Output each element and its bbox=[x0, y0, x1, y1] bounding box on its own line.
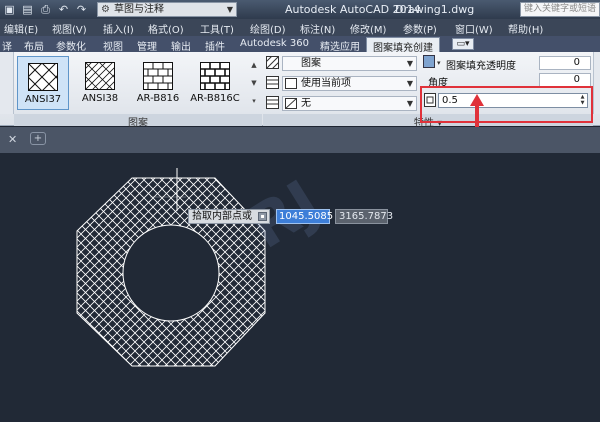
tab-hatch-creation[interactable]: 图案填充创建 bbox=[366, 37, 440, 54]
hatch-color-value: 使用当前项 bbox=[301, 78, 351, 89]
search-input[interactable]: 键入关键字或短语 bbox=[520, 2, 600, 17]
app-menu-icon[interactable]: ▣ bbox=[2, 2, 17, 17]
color-swatch-icon bbox=[285, 78, 297, 89]
new-tab-icon[interactable]: + bbox=[30, 132, 46, 145]
redo-icon[interactable]: ↷ bbox=[74, 2, 89, 17]
spinner-icon[interactable]: ▲ ▼ bbox=[579, 94, 586, 107]
transparency-type-select[interactable]: ▾ bbox=[423, 55, 443, 68]
tab-partial[interactable]: 译 bbox=[2, 38, 12, 53]
crosshatch-pattern-icon bbox=[28, 63, 58, 91]
brick-pattern-icon bbox=[143, 62, 173, 90]
ribbon-right-stub bbox=[593, 52, 600, 114]
ribbon-tabs: 译 布局 参数化 视图 管理 输出 插件 Autodesk 360 精选应用 图… bbox=[0, 36, 600, 54]
pattern-ansi38[interactable]: ANSI38 bbox=[74, 56, 126, 110]
background-color-select[interactable]: 无 ▼ bbox=[282, 96, 417, 111]
tab-layout[interactable]: 布局 bbox=[24, 38, 44, 53]
none-swatch-icon bbox=[284, 97, 298, 110]
hatch-type-value: 图案 bbox=[301, 58, 321, 69]
workspace-select[interactable]: ⚙ 草图与注释 ▼ bbox=[97, 2, 237, 17]
pattern-gallery-scroll[interactable]: ▲ ▼ ▾ bbox=[249, 56, 259, 110]
chevron-down-icon: ▼ bbox=[406, 99, 413, 108]
scroll-down-icon[interactable]: ▼ bbox=[249, 74, 259, 92]
coordinate-x-input[interactable]: 1045.5085 bbox=[276, 209, 333, 224]
pattern-label: ANSI37 bbox=[24, 94, 62, 105]
group-label-pattern: 图案 bbox=[14, 114, 262, 129]
ribbon-left-stub bbox=[0, 52, 14, 114]
brick-pattern-icon bbox=[200, 62, 230, 90]
pattern-label: AR-B816 bbox=[136, 93, 180, 104]
menu-insert[interactable]: 插入(I) bbox=[103, 21, 134, 36]
plot-icon[interactable]: ⎙ bbox=[38, 2, 53, 17]
menu-parameter[interactable]: 参数(P) bbox=[403, 21, 437, 36]
options-icon[interactable]: ▪ bbox=[258, 212, 267, 221]
tab-autodesk-360[interactable]: Autodesk 360 bbox=[240, 38, 309, 49]
hatch-color-select[interactable]: 使用当前项 ▼ bbox=[282, 76, 417, 91]
autocad-window: ▣ ▤ ⎙ ↶ ↷ ⚙ 草图与注释 ▼ Autodesk AutoCAD 201… bbox=[0, 0, 600, 422]
tab-view[interactable]: 视图 bbox=[103, 38, 123, 53]
pattern-label: AR-B816C bbox=[190, 93, 240, 104]
chevron-down-icon: ▼ bbox=[406, 79, 413, 88]
tab-parametric[interactable]: 参数化 bbox=[56, 38, 86, 53]
tab-output[interactable]: 输出 bbox=[171, 38, 191, 53]
pattern-ar-b816c[interactable]: AR-B816C bbox=[189, 56, 241, 110]
menu-help[interactable]: 帮助(H) bbox=[508, 21, 543, 36]
menu-draw[interactable]: 绘图(D) bbox=[250, 21, 286, 36]
dense-crosshatch-pattern-icon bbox=[85, 62, 115, 90]
transparency-label: 图案填充透明度 bbox=[446, 61, 516, 72]
scale-highlight-box: 0.5 ▲ ▼ bbox=[420, 86, 593, 123]
ribbon-toggle-icon[interactable]: ▭▾ bbox=[452, 38, 474, 50]
tab-plugins[interactable]: 插件 bbox=[205, 38, 225, 53]
menu-window[interactable]: 窗口(W) bbox=[455, 21, 493, 36]
menu-edit[interactable]: 编辑(E) bbox=[4, 21, 38, 36]
hatch-color-icon bbox=[266, 76, 279, 89]
menu-tools[interactable]: 工具(T) bbox=[200, 21, 234, 36]
undo-icon[interactable]: ↶ bbox=[56, 2, 71, 17]
gear-icon: ⚙ bbox=[101, 4, 110, 15]
pattern-label: ANSI38 bbox=[81, 93, 119, 104]
workspace-label: 草图与注释 bbox=[114, 4, 164, 15]
background-color-icon bbox=[266, 96, 279, 109]
pattern-ar-b816[interactable]: AR-B816 bbox=[132, 56, 184, 110]
pattern-type-icon bbox=[265, 55, 280, 70]
chevron-down-icon: ▼ bbox=[406, 59, 413, 68]
menu-view[interactable]: 视图(V) bbox=[52, 21, 87, 36]
transparency-input[interactable]: 0 bbox=[539, 56, 591, 70]
hatch-scale-value: 0.5 bbox=[442, 95, 458, 106]
hatch-scale-input[interactable]: 0.5 ▲ ▼ bbox=[438, 93, 588, 108]
close-icon[interactable]: ✕ bbox=[8, 133, 17, 146]
pick-point-prompt: 拾取内部点或 ▪ bbox=[188, 209, 270, 224]
prompt-text: 拾取内部点或 bbox=[192, 211, 252, 222]
svg-text:▾: ▾ bbox=[437, 59, 441, 67]
menu-modify[interactable]: 修改(M) bbox=[350, 21, 386, 36]
document-tab-strip: ✕ + bbox=[0, 127, 600, 153]
document-title: Drawing1.dwg bbox=[395, 3, 475, 16]
tab-featured-apps[interactable]: 精选应用 bbox=[320, 38, 360, 53]
scroll-up-icon[interactable]: ▲ bbox=[249, 56, 259, 74]
menu-bar: 编辑(E) 视图(V) 插入(I) 格式(O) 工具(T) 绘图(D) 标注(N… bbox=[0, 19, 600, 36]
menu-dimension[interactable]: 标注(N) bbox=[300, 21, 335, 36]
save-icon[interactable]: ▤ bbox=[20, 2, 35, 17]
hatch-type-select[interactable]: 图案 ▼ bbox=[282, 56, 417, 71]
coordinate-y-input[interactable]: 3165.7873 bbox=[335, 209, 393, 224]
menu-format[interactable]: 格式(O) bbox=[148, 21, 184, 36]
background-color-value: 无 bbox=[301, 98, 311, 109]
expand-gallery-icon[interactable]: ▾ bbox=[249, 92, 259, 110]
pattern-ansi37[interactable]: ANSI37 bbox=[17, 56, 69, 110]
title-bar: ▣ ▤ ⎙ ↶ ↷ ⚙ 草图与注释 ▼ Autodesk AutoCAD 201… bbox=[0, 0, 600, 19]
tab-manage[interactable]: 管理 bbox=[137, 38, 157, 53]
scale-icon bbox=[424, 93, 436, 107]
chevron-down-icon: ▼ bbox=[226, 5, 233, 14]
angle-input[interactable]: 0 bbox=[539, 73, 591, 87]
